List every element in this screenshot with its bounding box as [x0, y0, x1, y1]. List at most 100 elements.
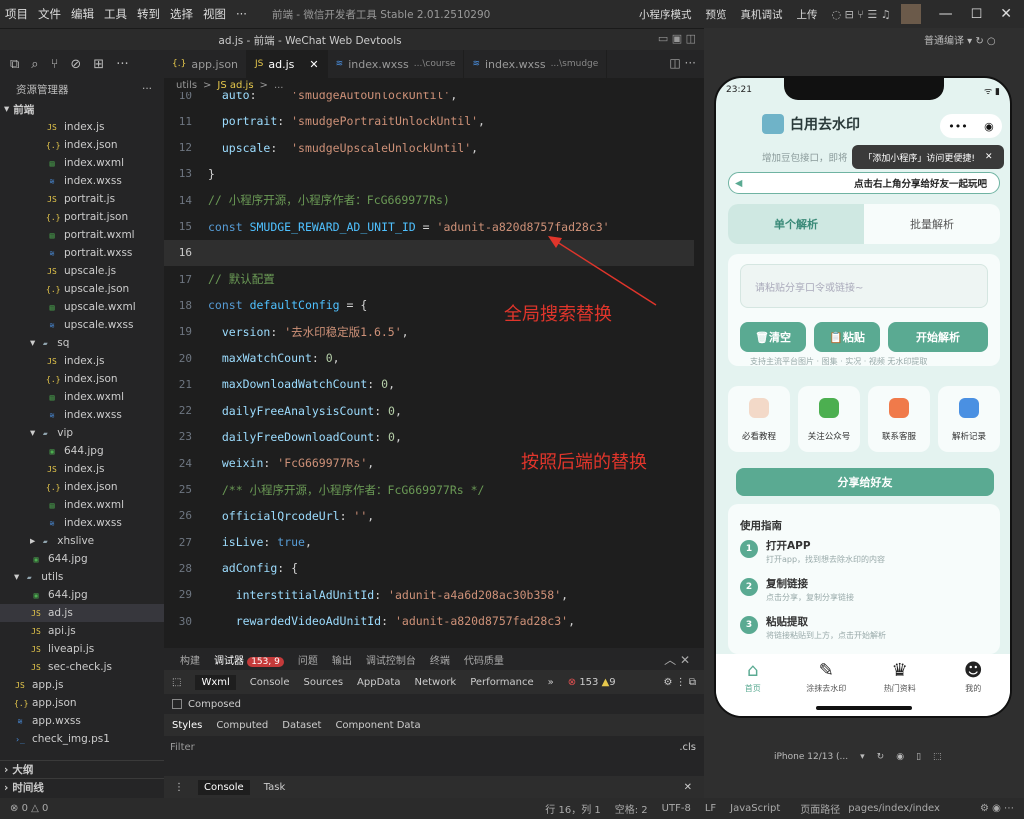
- tree-item[interactable]: {.} app.json: [0, 694, 164, 712]
- source-control-icon[interactable]: ⑂: [51, 57, 59, 72]
- subtab-console[interactable]: Console: [250, 677, 290, 688]
- tree-item[interactable]: JS index.js: [0, 460, 164, 478]
- chevron-icon[interactable]: ▾: [30, 337, 35, 349]
- device-select[interactable]: iPhone 12/13 (...: [774, 752, 848, 762]
- code-line[interactable]: 21 maxDownloadWatchCount: 0,: [164, 371, 694, 397]
- editor-tab[interactable]: {.} app.json: [164, 50, 248, 78]
- preview-button[interactable]: 预览: [705, 7, 726, 22]
- feature-item[interactable]: 关注公众号: [798, 386, 860, 452]
- tree-item[interactable]: ▣ 644.jpg: [0, 442, 164, 460]
- code-line[interactable]: 22 dailyFreeAnalysisCount: 0,: [164, 398, 694, 424]
- tree-item[interactable]: ›_ check_img.ps1: [0, 730, 164, 748]
- link-input[interactable]: 请粘贴分享口令或链接~: [740, 264, 988, 308]
- menu-more[interactable]: ···: [231, 7, 252, 21]
- tab-output[interactable]: 输出: [332, 652, 352, 667]
- tab-batch[interactable]: 批量解析: [864, 204, 1000, 244]
- subtab-appdata[interactable]: AppData: [357, 677, 400, 688]
- screenshot-icon[interactable]: ⬚: [933, 752, 942, 762]
- more-tabs-icon[interactable]: »: [548, 677, 554, 688]
- tab-component-data[interactable]: Component Data: [335, 720, 420, 731]
- phone-icon[interactable]: ▯: [916, 752, 921, 762]
- tree-item[interactable]: ▣ 644.jpg: [0, 586, 164, 604]
- code-line[interactable]: 29 interstitialAdUnitId: 'adunit-a4a6d20…: [164, 582, 694, 608]
- filter-input[interactable]: Filter: [170, 742, 195, 753]
- device-debug-button[interactable]: 真机调试: [740, 7, 782, 22]
- menu-file[interactable]: 文件: [33, 6, 66, 22]
- tree-item[interactable]: ▤ upscale.wxml: [0, 298, 164, 316]
- outline-section[interactable]: › 大纲: [0, 760, 164, 778]
- files-icon[interactable]: ⧉: [10, 57, 19, 72]
- upload-button[interactable]: 上传: [796, 7, 817, 22]
- minimize-icon[interactable]: —: [939, 6, 953, 22]
- code-line[interactable]: 11 portrait: 'smudgePortraitUnlockUntil'…: [164, 108, 694, 134]
- menu-goto[interactable]: 转到: [132, 6, 165, 22]
- menu-select[interactable]: 选择: [165, 6, 198, 22]
- encoding[interactable]: UTF-8: [662, 803, 691, 814]
- chevron-icon[interactable]: ▾: [14, 571, 19, 583]
- tree-item[interactable]: ▾ ▰ utils: [0, 568, 164, 586]
- feature-item[interactable]: 必看教程: [728, 386, 790, 452]
- tree-item[interactable]: {.} upscale.json: [0, 280, 164, 298]
- tree-item[interactable]: ▾ ▰ sq: [0, 334, 164, 352]
- tree-item[interactable]: ▸ ▰ xhslive: [0, 532, 164, 550]
- code-line[interactable]: 13}: [164, 161, 694, 187]
- feature-item[interactable]: 解析记录: [938, 386, 1000, 452]
- mode-select[interactable]: 小程序模式: [639, 7, 692, 22]
- page-path[interactable]: pages/index/index: [848, 803, 940, 814]
- code-line[interactable]: 14 // 小程序开源，小程序作者：FcG669977Rs): [164, 187, 694, 213]
- tree-item[interactable]: {.} index.json: [0, 478, 164, 496]
- tree-item[interactable]: JS sec-check.js: [0, 658, 164, 676]
- indent-setting[interactable]: 空格: 2: [615, 801, 648, 816]
- nav-item[interactable]: ⌂ 首页: [716, 654, 790, 716]
- tab-build[interactable]: 构建: [180, 652, 200, 667]
- tab-styles[interactable]: Styles: [172, 720, 202, 731]
- menu-tools[interactable]: 工具: [99, 6, 132, 22]
- menu-edit[interactable]: 编辑: [66, 6, 99, 22]
- tab-terminal[interactable]: 终端: [430, 652, 450, 667]
- status-icons[interactable]: ⚙ ◉ ⋯: [980, 803, 1014, 814]
- editor-tab[interactable]: ≋ index.wxss ...\course: [328, 50, 465, 78]
- subtab-network[interactable]: Network: [414, 677, 456, 688]
- code-line[interactable]: 25 /** 小程序开源，小程序作者：FcG669977Rs */: [164, 477, 694, 503]
- clear-button[interactable]: 🗑 清空: [740, 322, 806, 352]
- avatar[interactable]: [900, 4, 921, 24]
- tree-item[interactable]: ≋ index.wxss: [0, 172, 164, 190]
- tree-item[interactable]: ≋ app.wxss: [0, 712, 164, 730]
- code-line[interactable]: 30 rewardedVideoAdUnitId: 'adunit-a820d8…: [164, 608, 694, 634]
- cls-toggle[interactable]: .cls: [679, 742, 696, 753]
- code-line[interactable]: 20 maxWatchCount: 0,: [164, 345, 694, 371]
- tab-problems[interactable]: 问题: [298, 652, 318, 667]
- code-area[interactable]: 10 auto: 'smudgeAutoUnlockUntil', 11 port…: [164, 92, 704, 648]
- cursor-position[interactable]: 行 16，列 1: [545, 801, 600, 816]
- code-line[interactable]: 26 officialQrcodeUrl: '',: [164, 503, 694, 529]
- tree-item[interactable]: {.} index.json: [0, 370, 164, 388]
- tree-item[interactable]: JS api.js: [0, 622, 164, 640]
- tree-item[interactable]: {.} index.json: [0, 136, 164, 154]
- tree-item[interactable]: JS app.js: [0, 676, 164, 694]
- nav-item[interactable]: ☻ 我的: [937, 654, 1011, 716]
- page-path-label[interactable]: 页面路径: [800, 801, 840, 816]
- close-icon[interactable]: ✕: [1000, 6, 1012, 22]
- tip-close-icon[interactable]: ✕: [985, 152, 993, 162]
- language-mode[interactable]: JavaScript: [730, 803, 780, 814]
- split-editor-icon[interactable]: ◫ ···: [669, 56, 696, 70]
- tree-item[interactable]: ▣ 644.jpg: [0, 550, 164, 568]
- paste-button[interactable]: 📋 粘贴: [814, 322, 880, 352]
- tree-item[interactable]: JS upscale.js: [0, 262, 164, 280]
- code-line[interactable]: 27 isLive: true,: [164, 529, 694, 555]
- tree-item[interactable]: ≋ upscale.wxss: [0, 316, 164, 334]
- tree-item[interactable]: JS portrait.js: [0, 190, 164, 208]
- code-line[interactable]: 10 auto: 'smudgeAutoUnlockUntil',: [164, 92, 694, 108]
- capsule-menu[interactable]: ••• ◉: [940, 114, 1002, 138]
- tree-item[interactable]: ▤ index.wxml: [0, 154, 164, 172]
- maximize-icon[interactable]: ☐: [971, 7, 983, 22]
- tab-code-quality[interactable]: 代码质量: [464, 652, 504, 667]
- compile-select[interactable]: 普通编译 ▾ ↻ ○: [924, 32, 996, 47]
- editor-tab[interactable]: JS ad.js ✕: [247, 50, 328, 78]
- rotate-icon[interactable]: ↻: [877, 752, 885, 762]
- tab-debugger[interactable]: 调试器 153, 9: [214, 652, 284, 667]
- chevron-icon[interactable]: ▾: [30, 427, 35, 439]
- tree-item[interactable]: JS index.js: [0, 352, 164, 370]
- tree-item[interactable]: JS index.js: [0, 118, 164, 136]
- more-icon[interactable]: ···: [116, 57, 128, 72]
